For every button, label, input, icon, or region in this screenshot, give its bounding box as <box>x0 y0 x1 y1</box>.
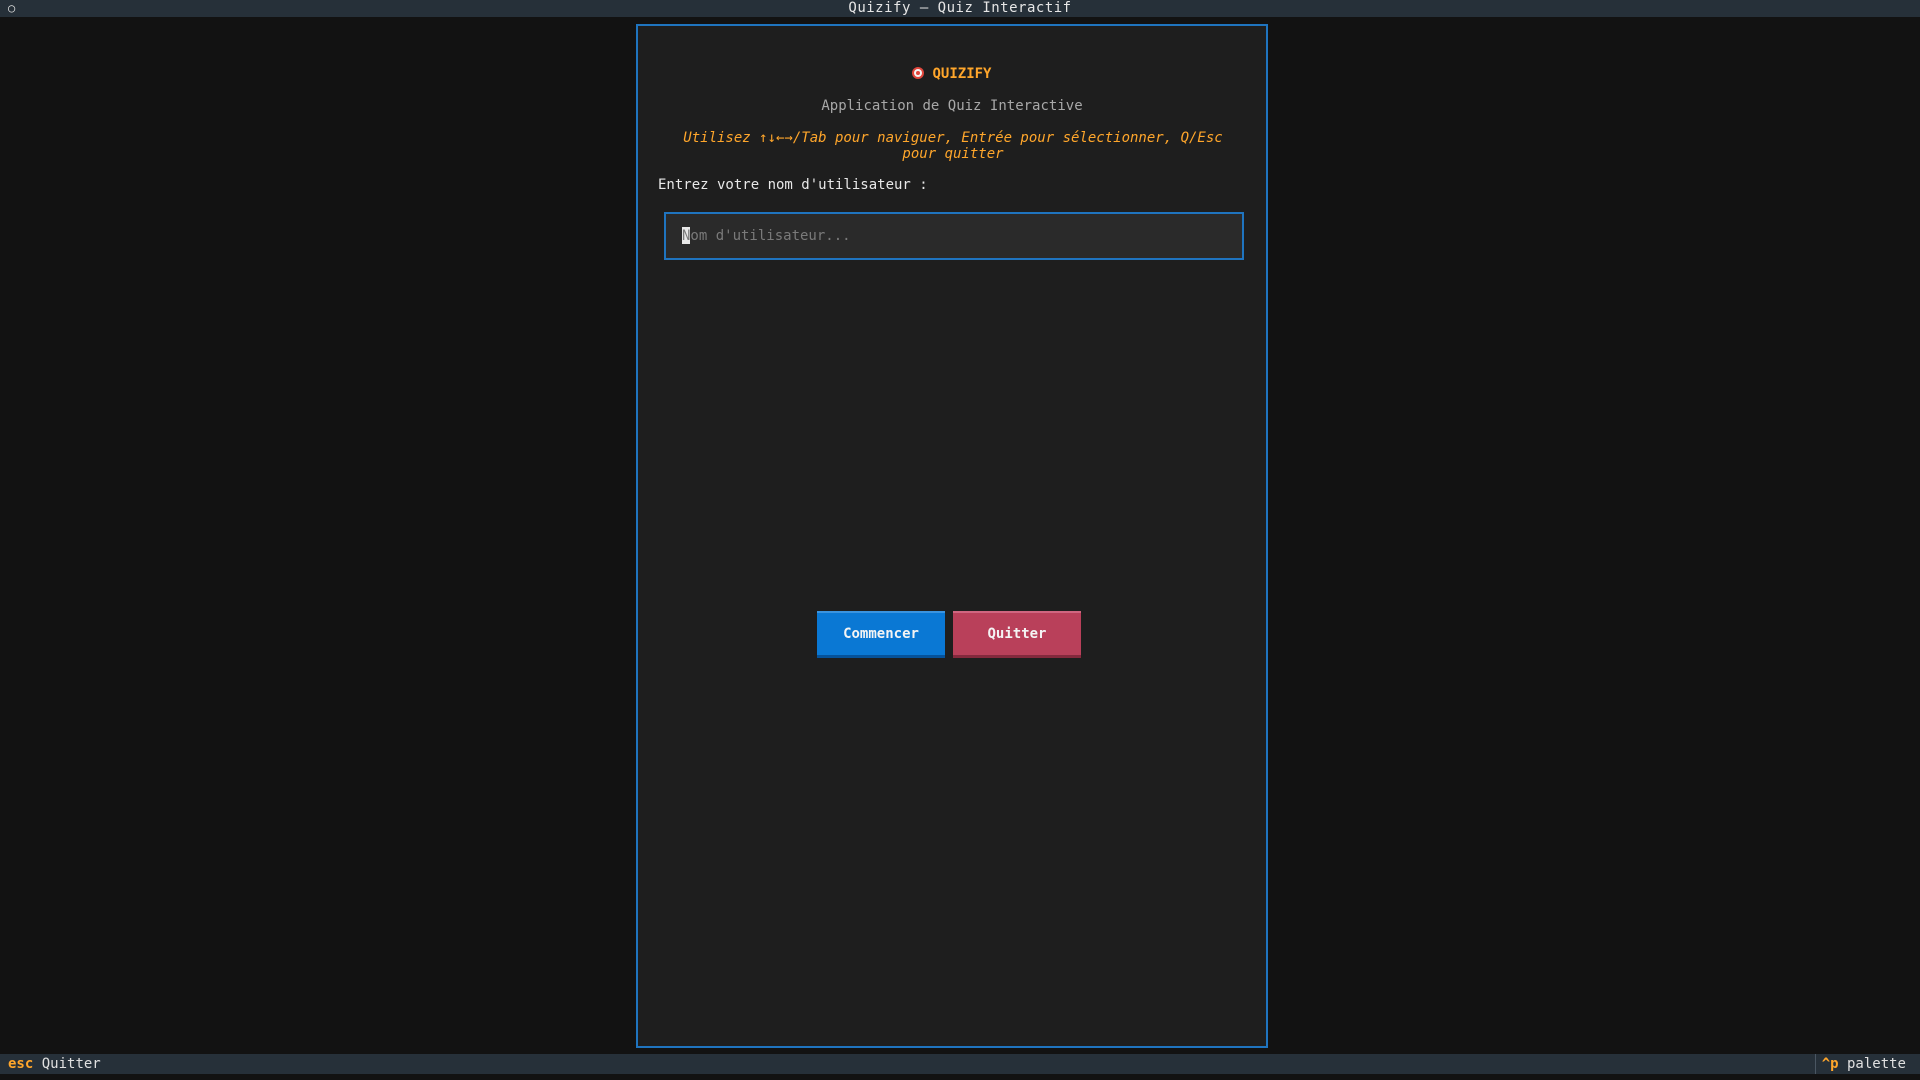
username-input[interactable] <box>682 225 1222 247</box>
app-subtitle: Application de Quiz Interactive <box>821 98 1083 114</box>
circle-icon: ○ <box>8 1 16 15</box>
username-label: Entrez votre nom d'utilisateur : <box>658 177 928 193</box>
footer-palette-binding[interactable]: ^p palette <box>1814 1054 1906 1074</box>
footer-quit-binding[interactable]: esc Quitter <box>8 1054 101 1074</box>
footer-bar: esc Quitter ^p palette <box>0 1054 1920 1074</box>
navigation-instructions: Utilisez ↑↓←→/Tab pour naviguer, Entrée … <box>683 130 1223 162</box>
app-window: ○ Quizify – Quiz Interactif QUIZIFY Appl… <box>0 0 1920 1080</box>
title-bar: ○ Quizify – Quiz Interactif <box>0 0 1920 17</box>
esc-key: esc <box>8 1056 34 1072</box>
quit-button[interactable]: Quitter <box>953 611 1081 658</box>
footer-palette-label: palette <box>1846 1056 1906 1072</box>
app-title: QUIZIFY <box>638 66 1266 82</box>
target-icon <box>912 67 925 79</box>
app-title-text: QUIZIFY <box>932 66 992 82</box>
start-button[interactable]: Commencer <box>817 611 945 658</box>
quiz-panel: QUIZIFY Application de Quiz Interactive … <box>636 24 1268 1048</box>
window-title: Quizify – Quiz Interactif <box>848 0 1072 16</box>
footer-quit-label: Quitter <box>41 1056 101 1072</box>
palette-key: ^p <box>1821 1056 1839 1072</box>
username-input-box[interactable] <box>664 212 1244 260</box>
